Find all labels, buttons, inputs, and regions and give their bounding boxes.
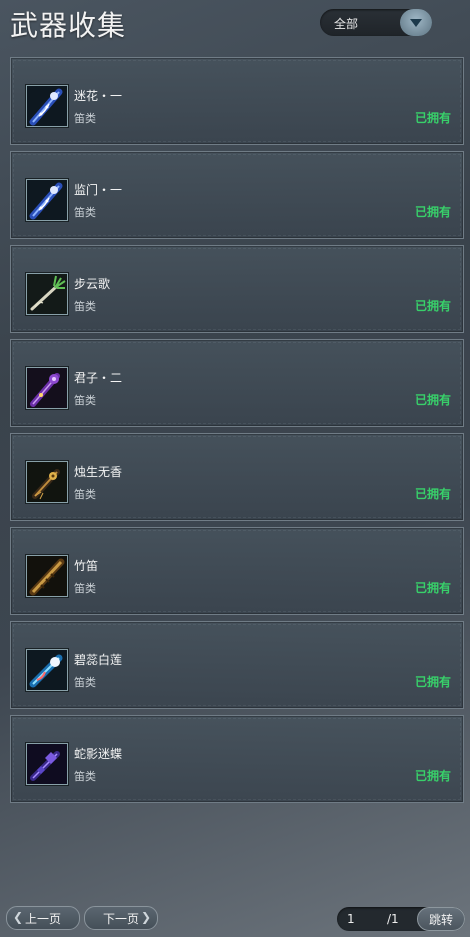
flute-cyan-icon (26, 649, 68, 691)
bamboo-flute-icon (26, 555, 68, 597)
flute-blue-icon (26, 179, 68, 221)
weapon-type: 笛类 (74, 206, 96, 219)
owned-status: 已拥有 (414, 487, 451, 501)
current-page-input[interactable]: 1 (347, 912, 355, 926)
page-jump-control: 1 /1 跳转 (337, 907, 465, 931)
owned-status: 已拥有 (414, 581, 451, 595)
prev-page-button[interactable]: ❮ 上一页 (6, 906, 80, 930)
flute-gold-icon (26, 461, 68, 503)
weapon-type: 笛类 (74, 300, 96, 313)
category-filter-dropdown[interactable]: 全部 (320, 9, 432, 36)
weapon-list: 迷花・一 笛类 已拥有 监门・一 笛类 已拥有 步云歌 笛类 已拥有 君子・二 笛类 已拥有 烛生无香笛… (10, 57, 464, 809)
weapon-type: 笛类 (74, 582, 96, 595)
weapon-type: 笛类 (74, 676, 96, 689)
owned-status: 已拥有 (414, 111, 451, 125)
prev-page-label: 上一页 (24, 911, 61, 926)
weapon-name: 蛇影迷蝶 (74, 747, 123, 761)
weapon-name: 步云歌 (74, 277, 111, 291)
owned-status: 已拥有 (414, 299, 451, 313)
weapon-card[interactable]: 碧蕊白莲笛类 已拥有 (10, 621, 464, 709)
weapon-type: 笛类 (74, 112, 96, 125)
weapon-card[interactable]: 君子・二笛类 已拥有 (10, 339, 464, 427)
weapon-name: 竹笛 (74, 559, 99, 573)
chevron-down-icon[interactable] (400, 9, 432, 36)
weapon-name: 碧蕊白莲 (74, 653, 123, 667)
chevron-right-icon: ❯ (140, 910, 151, 924)
weapon-type: 笛类 (74, 394, 96, 407)
next-page-label: 下一页 (102, 911, 139, 926)
chevron-left-icon: ❮ (13, 910, 24, 924)
weapon-type: 笛类 (74, 488, 96, 501)
weapon-card[interactable]: 步云歌笛类 已拥有 (10, 245, 464, 333)
page-title: 武器收集 (10, 9, 127, 42)
next-page-button[interactable]: 下一页 ❯ (84, 906, 158, 930)
owned-status: 已拥有 (414, 769, 451, 783)
owned-status: 已拥有 (414, 205, 451, 219)
weapon-name: 监门・一 (74, 183, 123, 197)
weapon-card[interactable]: 竹笛笛类 已拥有 (10, 527, 464, 615)
weapon-name: 君子・二 (74, 371, 123, 385)
total-pages-label: /1 (387, 912, 399, 926)
weapon-name: 烛生无香 (74, 465, 123, 479)
jump-button[interactable]: 跳转 (417, 907, 465, 931)
flute-jade-icon (26, 273, 68, 315)
flute-violet-icon (26, 743, 68, 785)
weapon-name: 迷花・一 (74, 89, 123, 103)
weapon-card[interactable]: 监门・一笛类 已拥有 (10, 151, 464, 239)
filter-selected-label: 全部 (334, 17, 359, 31)
weapon-card[interactable]: 蛇影迷蝶笛类 已拥有 (10, 715, 464, 803)
weapon-card[interactable]: 烛生无香笛类 已拥有 (10, 433, 464, 521)
owned-status: 已拥有 (414, 393, 451, 407)
owned-status: 已拥有 (414, 675, 451, 689)
flute-blue-icon (26, 85, 68, 127)
flute-purple-icon (26, 367, 68, 409)
weapon-type: 笛类 (74, 770, 96, 783)
weapon-card[interactable]: 迷花・一笛类 已拥有 (10, 57, 464, 145)
